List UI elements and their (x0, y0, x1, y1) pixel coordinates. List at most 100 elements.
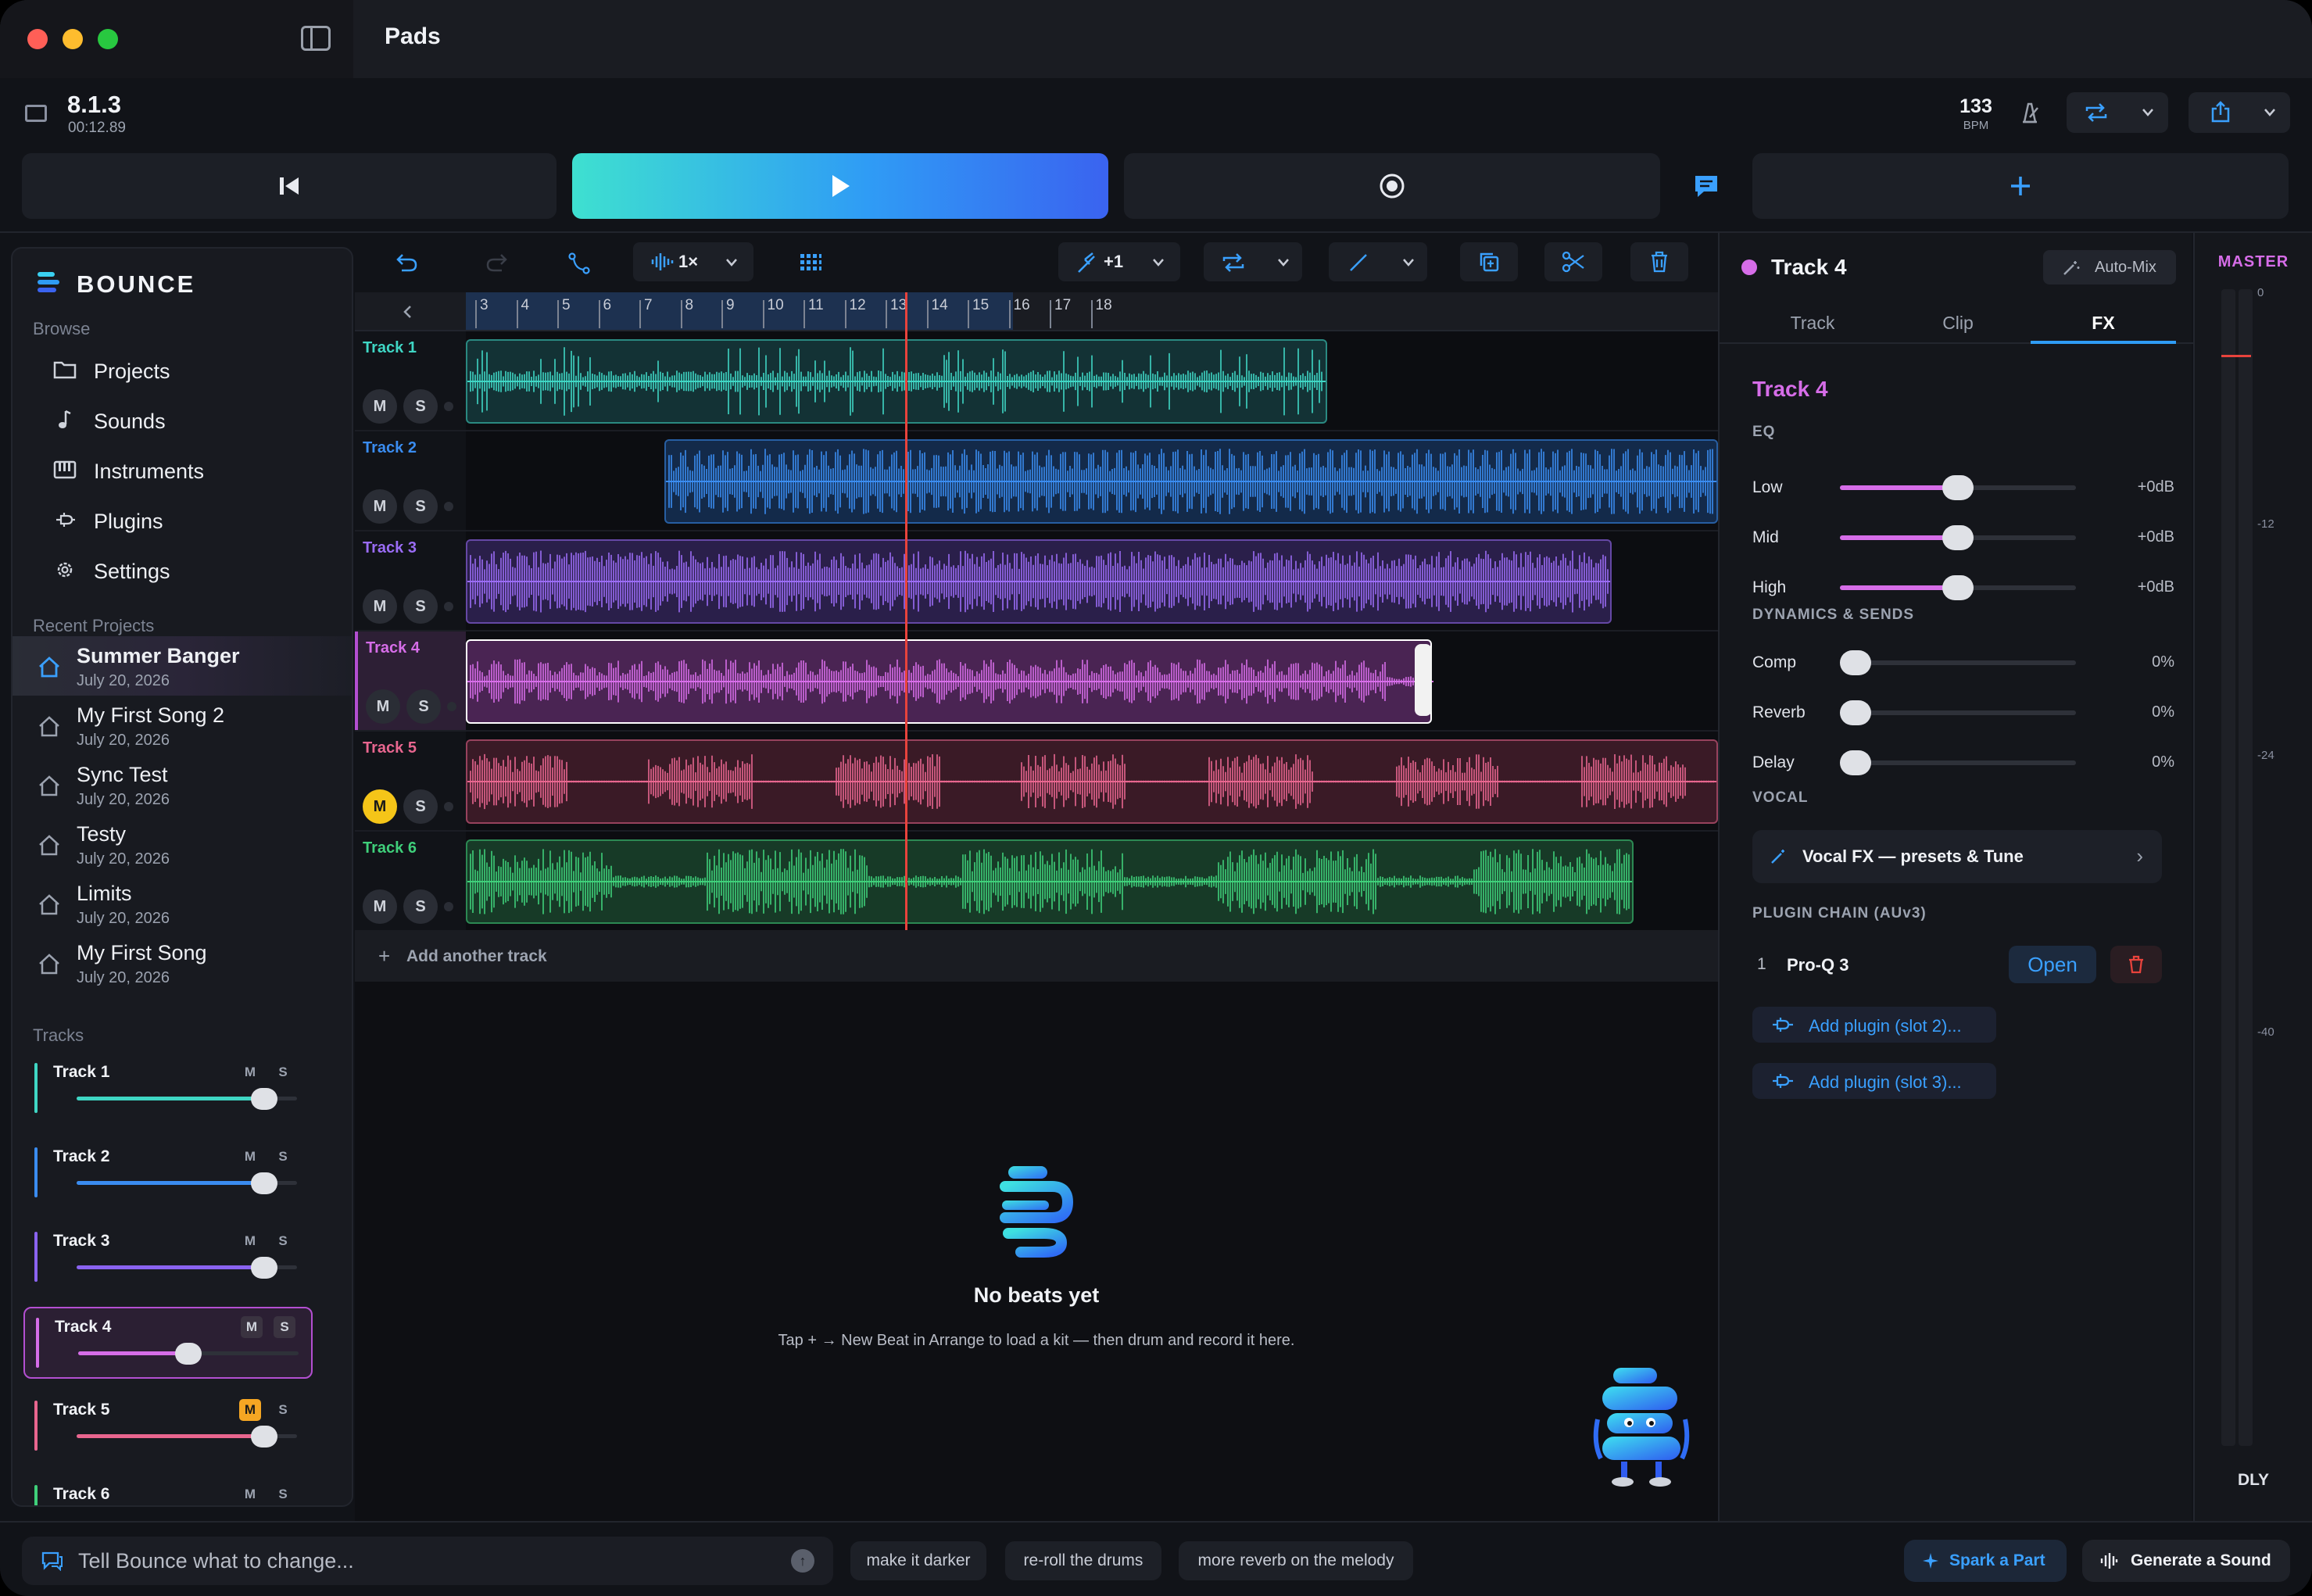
mute-button[interactable]: M (239, 1061, 261, 1083)
audio-clip[interactable] (466, 839, 1634, 924)
spark-a-part-button[interactable]: Spark a Part (1904, 1540, 2067, 1582)
mixer-track-3[interactable]: Track 3 MS (23, 1222, 313, 1294)
sidebar-item-projects[interactable]: Projects (33, 349, 338, 391)
record-arm-dot[interactable] (444, 502, 453, 511)
audio-clip[interactable] (466, 339, 1327, 424)
close-window-button[interactable] (27, 29, 48, 49)
prompt-input[interactable] (78, 1544, 782, 1577)
undo-icon[interactable] (394, 252, 419, 274)
open-plugin-button[interactable]: Open (2009, 946, 2096, 983)
solo-button[interactable]: S (403, 489, 438, 524)
audio-clip[interactable] (466, 639, 1433, 724)
recent-project-item[interactable]: My First Song 2 July 20, 2026 (13, 696, 352, 755)
solo-button[interactable]: S (272, 1146, 294, 1168)
slider-knob[interactable] (1840, 650, 1871, 675)
solo-button[interactable]: S (274, 1316, 295, 1338)
sidebar-item-sounds[interactable]: Sounds (33, 399, 338, 441)
add-track-button[interactable]: + Add another track (355, 930, 1718, 982)
slider-knob[interactable] (1942, 575, 1974, 600)
track-header[interactable]: Track 1 MS (355, 331, 466, 430)
mute-button[interactable]: M (239, 1146, 261, 1168)
auto-mix-button[interactable]: Auto-Mix (2043, 250, 2176, 284)
folder-icon[interactable] (25, 105, 47, 122)
mute-button[interactable]: M (366, 689, 400, 724)
zoom-window-button[interactable] (98, 29, 118, 49)
mixer-track-1[interactable]: Track 1 MS (23, 1054, 313, 1125)
sidebar-item-instruments[interactable]: Instruments (33, 449, 338, 491)
automation-dropdown[interactable] (1329, 242, 1427, 281)
record-arm-dot[interactable] (444, 402, 453, 411)
track-header[interactable]: Track 2 MS (355, 431, 466, 530)
solo-button[interactable]: S (403, 889, 438, 924)
mute-button[interactable]: M (363, 589, 397, 624)
mixer-track-5[interactable]: Track 5 MS (23, 1391, 313, 1463)
sidebar-item-settings[interactable]: Settings (33, 549, 338, 591)
metronome-icon[interactable] (2018, 102, 2042, 123)
generate-a-sound-button[interactable]: Generate a Sound (2082, 1540, 2290, 1582)
volume-slider-knob[interactable] (251, 1172, 277, 1194)
volume-slider-knob[interactable] (251, 1088, 277, 1110)
track-header[interactable]: Track 3 MS (355, 531, 466, 630)
solo-button[interactable]: S (403, 789, 438, 824)
record-button[interactable] (1124, 153, 1660, 219)
mixer-track-2[interactable]: Track 2 MS (23, 1138, 313, 1210)
audio-clip[interactable] (466, 739, 1718, 824)
send-arrow-icon[interactable]: ↑ (791, 1549, 814, 1573)
solo-button[interactable]: S (272, 1399, 294, 1421)
tab-clip[interactable]: Clip (1885, 313, 2031, 334)
volume-slider-knob[interactable] (251, 1257, 277, 1279)
mute-button[interactable]: M (241, 1316, 263, 1338)
audio-clip[interactable] (664, 439, 1718, 524)
record-arm-dot[interactable] (444, 802, 453, 811)
solo-button[interactable]: S (403, 589, 438, 624)
solo-button[interactable]: S (403, 389, 438, 424)
tab-fx[interactable]: FX (2031, 313, 2176, 334)
curve-tool-icon[interactable] (567, 252, 591, 275)
loop-mode-button[interactable] (2067, 92, 2168, 133)
mute-button[interactable]: M (363, 889, 397, 924)
recent-project-item[interactable]: Sync Test July 20, 2026 (13, 755, 352, 814)
add-plugin-slot-3-button[interactable]: Add plugin (slot 3)... (1752, 1063, 1996, 1099)
mixer-track-6[interactable]: Track 6 MS (23, 1476, 313, 1505)
mixer-track-4[interactable]: Track 4 MS (23, 1307, 313, 1379)
mute-button[interactable]: M (239, 1230, 261, 1252)
transpose-dropdown[interactable]: +1 (1058, 242, 1180, 281)
add-button[interactable] (1752, 153, 2289, 219)
sidebar-item-plugins[interactable]: Plugins (33, 499, 338, 541)
loop-toggle-dropdown[interactable] (1204, 242, 1302, 281)
suggestion-chip[interactable]: make it darker (850, 1541, 986, 1580)
solo-button[interactable]: S (272, 1061, 294, 1083)
bpm-value[interactable]: 133 (1945, 95, 2007, 118)
duplicate-button[interactable] (1460, 242, 1518, 281)
track-header[interactable]: Track 6 MS (355, 832, 466, 930)
volume-slider-knob[interactable] (175, 1343, 202, 1365)
track-header[interactable]: Track 5 MS (355, 732, 466, 830)
mute-button[interactable]: M (239, 1399, 261, 1421)
minimize-window-button[interactable] (63, 29, 83, 49)
playhead[interactable] (905, 292, 907, 930)
solo-button[interactable]: S (406, 689, 441, 724)
clip-resize-handle[interactable] (1415, 644, 1432, 716)
slider-knob[interactable] (1942, 475, 1974, 500)
suggestion-chip[interactable]: more reverb on the melody (1179, 1541, 1413, 1580)
slider-track[interactable] (1840, 710, 2076, 715)
vocal-fx-button[interactable]: Vocal FX — presets & Tune › (1752, 830, 2162, 883)
record-arm-dot[interactable] (447, 702, 456, 711)
rewind-button[interactable] (22, 153, 557, 219)
remove-plugin-button[interactable] (2110, 946, 2162, 983)
tab-track[interactable]: Track (1740, 313, 1885, 334)
recent-project-item[interactable]: Testy July 20, 2026 (13, 814, 352, 874)
mute-button[interactable]: M (363, 789, 397, 824)
redo-icon[interactable] (485, 252, 510, 274)
track-header[interactable]: Track 4 MS (355, 632, 466, 730)
timeline-ruler[interactable]: 3 4 5 6 7 8 9 10 11 12 13 14 15 16 17 18 (355, 292, 1718, 331)
solo-button[interactable]: S (272, 1230, 294, 1252)
playback-speed-dropdown[interactable]: 1× (633, 242, 753, 281)
slider-track[interactable] (1840, 660, 2076, 665)
delete-clip-button[interactable] (1630, 242, 1688, 281)
recent-project-item[interactable]: Limits July 20, 2026 (13, 874, 352, 933)
play-button[interactable] (572, 153, 1108, 219)
slider-track[interactable] (1840, 760, 2076, 765)
share-button[interactable] (2189, 92, 2290, 133)
sidebar-toggle-icon[interactable] (301, 26, 331, 51)
